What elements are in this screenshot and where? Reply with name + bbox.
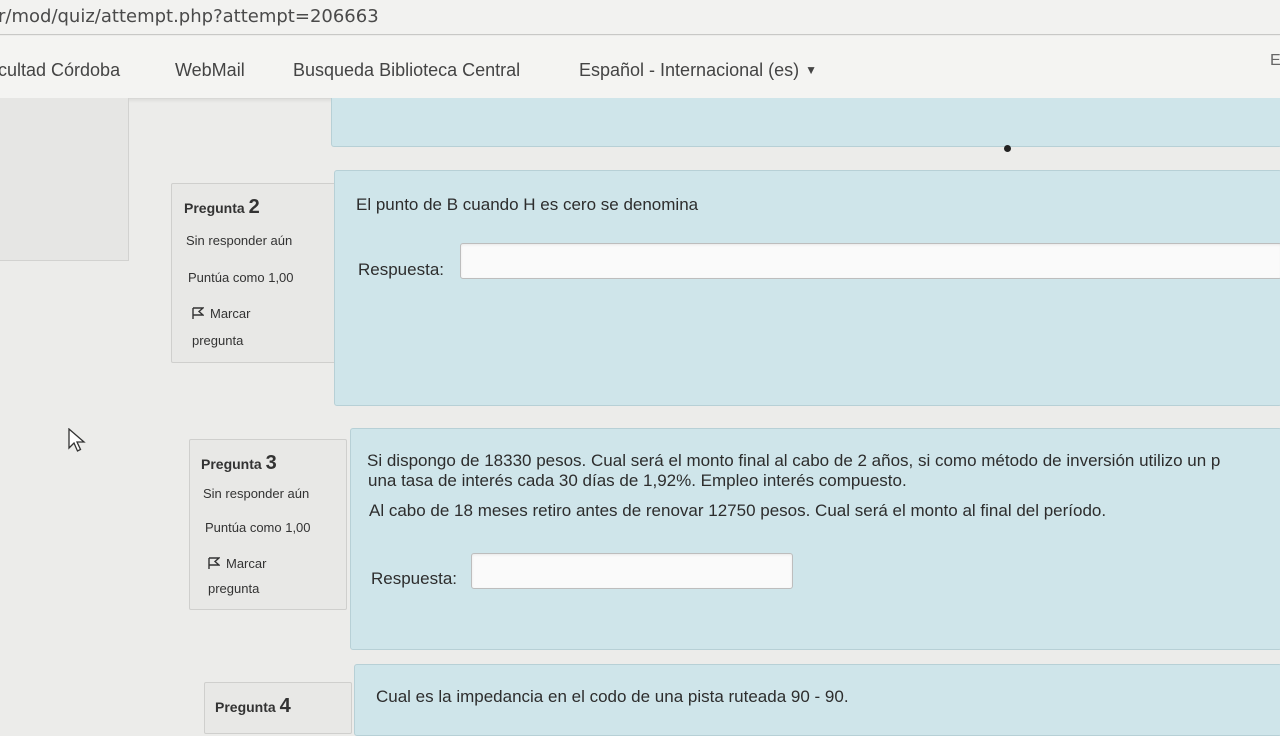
question-number: Pregunta 2 bbox=[184, 196, 260, 218]
question-content: Cual es la impedancia en el codo de una … bbox=[354, 664, 1280, 736]
site-navbar: cultad Córdoba WebMail Busqueda Bibliote… bbox=[0, 36, 1280, 99]
answer-label: Respuesta: bbox=[358, 260, 444, 279]
language-menu[interactable]: Español - Internacional (es) ▼ bbox=[579, 60, 817, 81]
answer-input[interactable] bbox=[471, 553, 793, 589]
language-menu-label: Español - Internacional (es) bbox=[579, 60, 800, 80]
url-text[interactable]: r/mod/quiz/attempt.php?attempt=206663 bbox=[0, 6, 379, 27]
flag-icon bbox=[192, 307, 204, 319]
previous-question-content bbox=[331, 98, 1280, 147]
question-text: Cual es la impedancia en el codo de una … bbox=[376, 687, 849, 706]
nav-link-facultad[interactable]: cultad Córdoba bbox=[0, 60, 120, 81]
flag-icon bbox=[208, 557, 220, 569]
flag-question-link[interactable]: Marcar bbox=[192, 306, 250, 321]
question-number: Pregunta 4 bbox=[215, 695, 291, 717]
question-grade: Puntúa como 1,00 bbox=[188, 270, 294, 285]
flag-question-link-text[interactable]: pregunta bbox=[192, 333, 243, 348]
nav-link-webmail[interactable]: WebMail bbox=[175, 60, 245, 81]
question-text-line: Si dispongo de 18330 pesos. Cual será el… bbox=[367, 451, 1221, 470]
question-grade: Puntúa como 1,00 bbox=[205, 520, 311, 535]
answer-label: Respuesta: bbox=[371, 569, 457, 588]
flag-question-link-text[interactable]: pregunta bbox=[208, 581, 259, 596]
flag-question-link[interactable]: Marcar bbox=[208, 556, 266, 571]
mouse-pointer-icon bbox=[68, 428, 86, 452]
screen-speck bbox=[1004, 145, 1011, 152]
answer-input[interactable] bbox=[460, 243, 1280, 279]
question-text-line: una tasa de interés cada 30 días de 1,92… bbox=[368, 471, 907, 490]
question-info: Pregunta 2 Sin responder aún Puntúa como… bbox=[171, 183, 336, 363]
question-text-line: Al cabo de 18 meses retiro antes de reno… bbox=[369, 501, 1107, 520]
nav-edge-text: E bbox=[1270, 52, 1280, 69]
question-status: Sin responder aún bbox=[203, 486, 310, 501]
question-text: El punto de B cuando H es cero se denomi… bbox=[356, 195, 699, 214]
question-content: Si dispongo de 18330 pesos. Cual será el… bbox=[350, 428, 1280, 650]
caret-down-icon: ▼ bbox=[805, 63, 818, 77]
quiz-navigation-block bbox=[0, 98, 129, 261]
question-number: Pregunta 3 bbox=[201, 452, 277, 474]
question-info: Pregunta 4 bbox=[204, 682, 352, 734]
question-status: Sin responder aún bbox=[186, 233, 293, 248]
question-info: Pregunta 3 Sin responder aún Puntúa como… bbox=[189, 439, 347, 610]
question-content: El punto de B cuando H es cero se denomi… bbox=[334, 170, 1280, 406]
nav-link-biblioteca[interactable]: Busqueda Biblioteca Central bbox=[293, 60, 520, 81]
browser-url-bar[interactable]: r/mod/quiz/attempt.php?attempt=206663 bbox=[0, 0, 1280, 35]
